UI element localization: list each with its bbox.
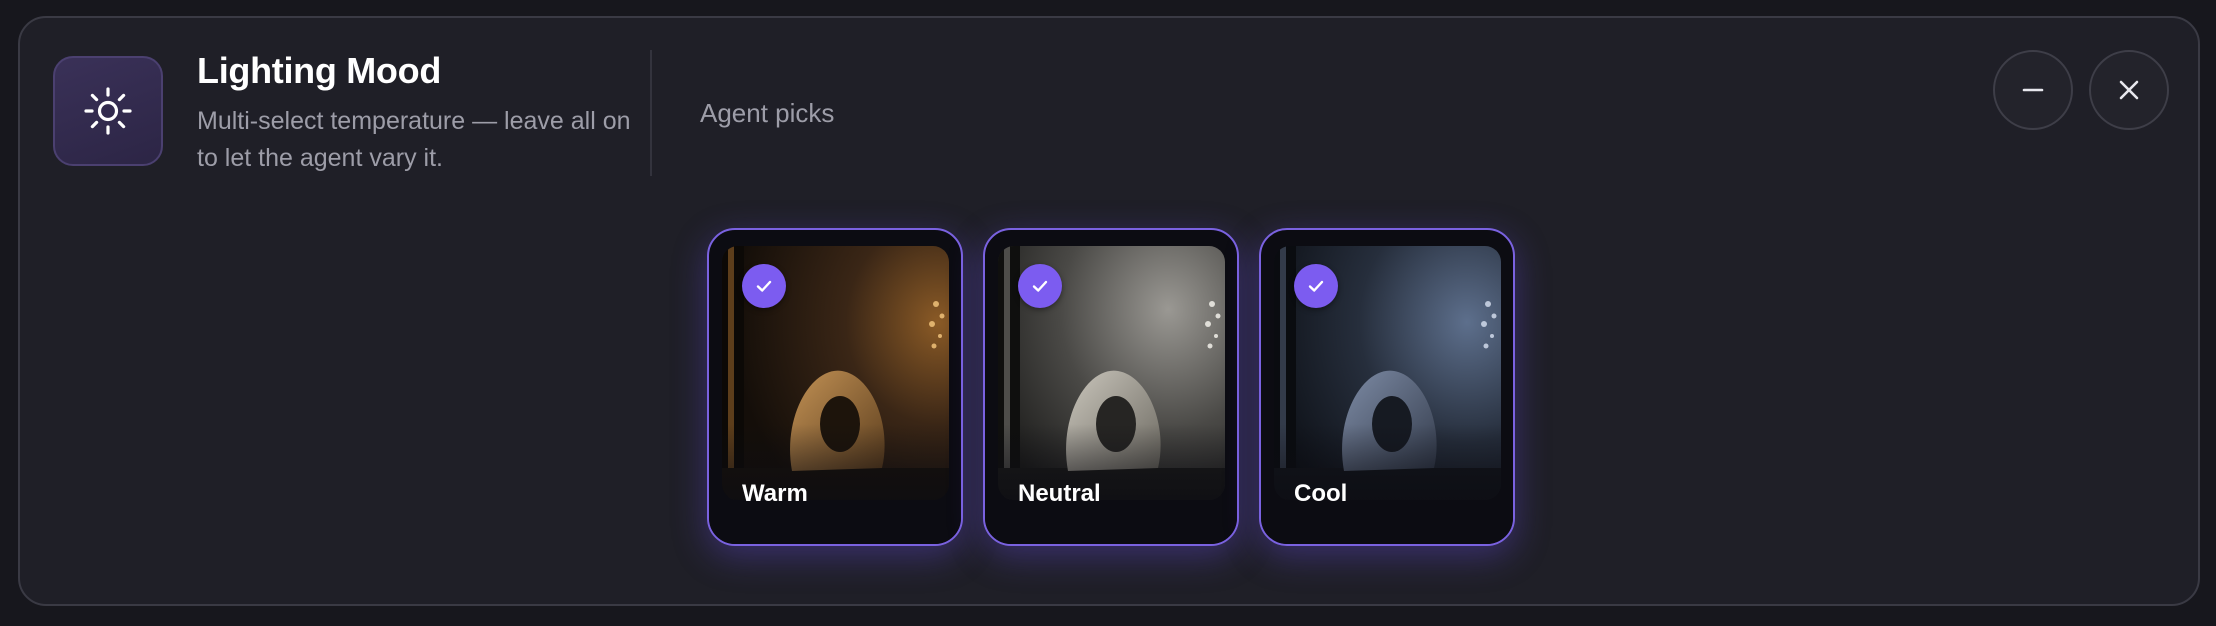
minus-icon bbox=[2022, 88, 2044, 92]
close-icon bbox=[2119, 80, 2139, 100]
mood-option-warm[interactable]: Warm bbox=[707, 228, 963, 546]
mood-option-neutral[interactable]: Neutral bbox=[983, 228, 1239, 546]
neutral-label: Neutral bbox=[1018, 480, 1101, 507]
close-button[interactable] bbox=[2089, 50, 2169, 130]
sun-icon bbox=[84, 87, 132, 135]
panel-subtitle: Multi-select temperature — leave all on … bbox=[197, 107, 631, 172]
warm-selected-badge bbox=[742, 264, 786, 308]
mood-option-cool[interactable]: Cool bbox=[1259, 228, 1515, 546]
agent-picks-label: Agent picks bbox=[700, 98, 835, 128]
lighting-mood-panel: Lighting Mood Multi-select temperature —… bbox=[18, 16, 2200, 606]
header-divider bbox=[650, 50, 652, 176]
check-icon bbox=[1032, 280, 1048, 292]
cool-selected-badge bbox=[1294, 264, 1338, 308]
check-icon bbox=[1308, 280, 1324, 292]
lighting-mood-icon-tile bbox=[53, 56, 163, 166]
panel-title: Lighting Mood bbox=[197, 50, 442, 91]
check-icon bbox=[756, 280, 772, 292]
neutral-selected-badge bbox=[1018, 264, 1062, 308]
cool-label: Cool bbox=[1294, 480, 1348, 507]
warm-label: Warm bbox=[742, 480, 808, 507]
minimize-button[interactable] bbox=[1993, 50, 2073, 130]
